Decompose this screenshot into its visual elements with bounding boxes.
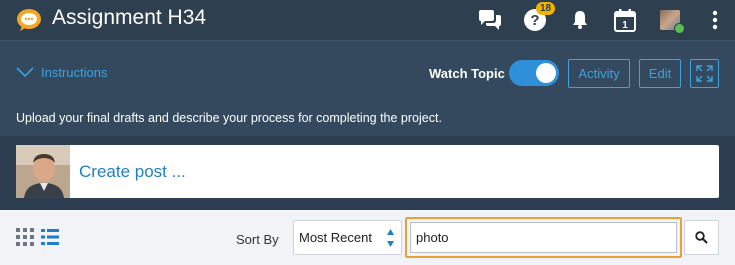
grid-view-icon[interactable] <box>16 228 34 246</box>
user-avatar[interactable] <box>647 0 692 40</box>
instructions-toggle[interactable]: Instructions <box>16 65 107 80</box>
instructions-label: Instructions <box>41 65 108 80</box>
help-icon[interactable]: ? 18 <box>512 0 557 40</box>
search-button[interactable] <box>684 220 719 255</box>
list-view-icon[interactable] <box>41 228 59 246</box>
create-post-label: Create post ... <box>79 161 186 181</box>
search-icon <box>695 231 708 244</box>
expand-icon <box>696 65 713 82</box>
create-post-box[interactable]: Create post ... <box>16 145 719 198</box>
watch-topic-toggle[interactable] <box>509 60 559 86</box>
chevron-down-icon <box>16 67 34 78</box>
edit-button[interactable]: Edit <box>639 59 681 88</box>
bell-icon[interactable] <box>557 0 602 40</box>
posts-toolbar: Sort By Most Recent <box>0 210 735 265</box>
sort-by-label: Sort By <box>236 232 279 247</box>
sort-select-value: Most Recent <box>299 230 372 245</box>
avatar <box>16 145 70 198</box>
calendar-icon[interactable]: 1 <box>602 0 647 40</box>
svg-text:?: ? <box>530 12 539 29</box>
chat-icon[interactable] <box>467 0 512 40</box>
create-post-section: Create post ... <box>0 136 735 210</box>
fullscreen-button[interactable] <box>690 59 719 88</box>
help-badge: 18 <box>536 2 556 15</box>
search-input[interactable] <box>410 222 677 253</box>
top-bar: Assignment H34 ? 18 1 <box>0 0 735 40</box>
more-menu-icon[interactable] <box>692 0 735 40</box>
avatar <box>659 10 685 34</box>
search-field-focus <box>405 217 682 258</box>
sort-select[interactable]: Most Recent <box>293 220 402 255</box>
svg-text:1: 1 <box>622 20 628 31</box>
topic-description: Upload your final drafts and describe yo… <box>16 111 442 125</box>
activity-button[interactable]: Activity <box>568 59 630 88</box>
app-logo-icon[interactable] <box>16 8 42 32</box>
online-status-icon <box>673 23 685 34</box>
page-title: Assignment H34 <box>52 6 207 29</box>
toggle-knob <box>536 63 556 83</box>
sort-arrows-icon <box>387 229 394 247</box>
watch-topic-label: Watch Topic <box>429 66 505 81</box>
topic-header: Instructions Watch Topic Activity Edit U… <box>0 40 735 136</box>
